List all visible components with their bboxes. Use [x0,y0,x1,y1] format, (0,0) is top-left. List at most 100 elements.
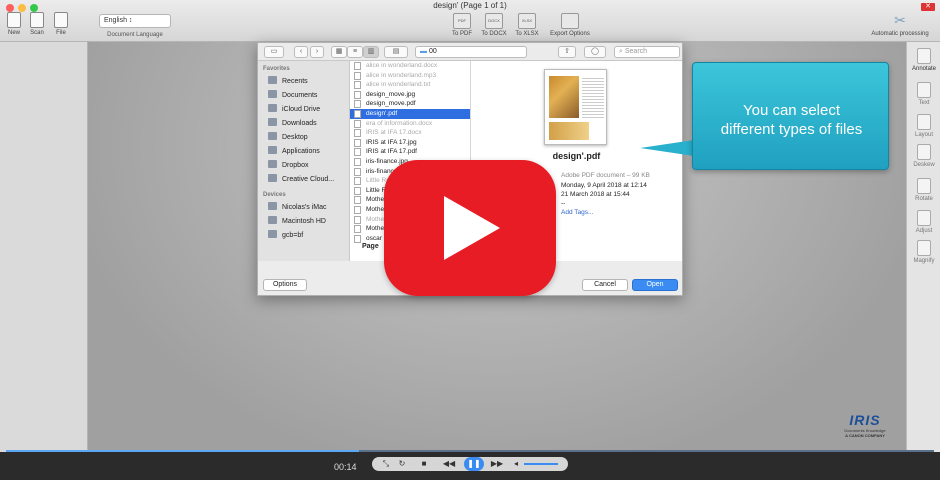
pause-icon[interactable]: ❚❚ [464,457,484,471]
new-label: New [7,30,20,36]
dropbox-icon [268,160,277,168]
tool-magnify[interactable]: Magnify [907,240,940,264]
path-select[interactable]: ▬ 00 [415,46,527,58]
share-icon[interactable]: ⇧ [558,46,576,58]
docx-icon: DOCX [485,13,503,29]
document-language-select[interactable]: English ↕ [99,14,171,28]
magnify-icon [917,240,931,256]
sidebar-item-label: Recents [282,78,308,85]
back-icon[interactable]: ‹ [294,46,308,58]
logo-name: IRIS [849,412,881,428]
add-tags-link[interactable]: Add Tags... [561,209,593,216]
gallery-view-icon[interactable]: ▤ [384,46,408,58]
sidebar-item-label: Applications [282,148,320,155]
file-icon [354,177,361,186]
sidebar-item-recents[interactable]: Recents [268,76,348,88]
file-row[interactable]: IRIS at IFA 17.docx [350,128,470,138]
to-docx-button[interactable]: DOCX To DOCX [478,13,510,37]
list-view-icon[interactable]: ≡ [347,46,363,58]
rewind-icon[interactable]: ◀◀ [438,458,460,470]
callout-line-1: You can select [742,102,841,119]
file-row[interactable]: alice in wonderland.txt [350,80,470,90]
file-row[interactable]: IRIS at IFA 17.pdf [350,147,470,157]
file-row[interactable]: design_move.pdf [350,99,470,109]
sidebar-item-macintosh-hd[interactable]: Macintosh HD [268,216,348,228]
tool-label: Text [918,100,930,106]
file-button[interactable]: File [48,12,74,36]
file-name: design_move.jpg [366,90,416,98]
file-row[interactable]: IRIS at IFA 17.jpg [350,138,470,148]
loop-icon[interactable]: ↻ [396,458,408,470]
fullscreen-icon[interactable]: ⤡ [380,458,392,470]
sidebar-item-creative-cloud[interactable]: Creative Cloud... [268,174,348,186]
file-name: IRIS at IFA 17.pdf [366,148,417,156]
sidebar-item-documents[interactable]: Documents [268,90,348,102]
video-play-button[interactable] [384,160,556,296]
automatic-processing-label: Automatic processing [871,31,929,37]
stop-icon[interactable]: ■ [418,458,430,470]
file-row[interactable]: design_move.jpg [350,90,470,100]
file-row[interactable]: design'.pdf [350,109,470,119]
open-button[interactable]: Open [632,279,678,291]
scan-button[interactable]: Scan [24,12,50,36]
file-icon [354,71,361,80]
to-pdf-button[interactable]: PDF To PDF [446,13,478,37]
sidebar-item-dropbox[interactable]: Dropbox [268,160,348,172]
tutorial-callout: You can select different types of files [692,62,889,170]
file-name: Mothe [366,215,385,223]
scanner-icon [30,12,44,28]
close-icon[interactable]: ✕ [921,3,935,11]
volume-slider[interactable] [524,463,558,465]
column-view-icon[interactable]: ▥ [363,46,379,58]
tag-icon[interactable]: ◯ [584,46,606,58]
applications-icon [268,146,277,154]
file-icon [354,81,361,90]
sidebar-item-icloud[interactable]: iCloud Drive [268,104,348,116]
cancel-button[interactable]: Cancel [582,279,628,291]
search-input[interactable]: ⌕ Search [614,46,680,58]
modified-value: 21 March 2018 at 15:44 [561,191,630,198]
sidebar-toggle-icon[interactable]: ▭ [264,46,284,58]
cloud-icon [268,104,277,112]
page-label: Page [362,243,379,250]
file-icon [354,119,361,128]
automatic-processing-button[interactable]: ✂ Automatic processing [860,12,940,37]
file-name: alice in wonderland.docx [366,62,438,69]
sidebar-item-imac[interactable]: Nicolas's iMac [268,202,348,214]
file-row[interactable]: alice in wonderland.mp3 [350,71,470,81]
volume-icon[interactable]: ◂ [510,458,522,470]
sidebar-item-downloads[interactable]: Downloads [268,118,348,130]
file-icon [354,186,361,195]
preview-kind: Adobe PDF document – 99 KB [561,172,650,179]
file-name: era of information.docx [366,119,433,127]
file-row[interactable]: alice in wonderland.docx [350,61,470,71]
tool-layout[interactable]: Layout [907,114,940,138]
deskew-icon [917,144,931,160]
fast-forward-icon[interactable]: ▶▶ [486,458,508,470]
file-row[interactable]: era of information.docx [350,119,470,129]
tool-adjust[interactable]: Adjust [907,210,940,234]
sidebar-item-drive[interactable]: gcb=bf [268,230,348,242]
icon-view-icon[interactable]: ▦ [331,46,347,58]
sidebar-item-desktop[interactable]: Desktop [268,132,348,144]
app-toolbar: design' (Page 1 of 1) New Scan File Engl… [0,0,940,42]
options-button[interactable]: Options [263,279,307,291]
to-xlsx-button[interactable]: XLSX To XLSX [511,13,543,37]
sidebar-item-label: Nicolas's iMac [282,204,327,211]
tool-text[interactable]: Text [907,82,940,106]
dialog-sidebar: Favorites Recents Documents iCloud Drive… [258,61,350,261]
sidebar-item-applications[interactable]: Applications [268,146,348,158]
export-options-button[interactable]: Export Options [548,13,592,37]
sidebar-item-label: Creative Cloud... [282,176,335,183]
file-icon [354,110,361,118]
sidebar-item-label: Macintosh HD [282,218,326,225]
rotate-icon [917,178,931,194]
iris-logo: IRIS Documents Knowledge A CANON COMPANY [834,412,896,452]
search-icon: ⌕ [619,48,623,55]
file-icon [354,206,361,214]
tool-annotate[interactable]: Annotate [907,48,940,72]
file-name: design'.pdf [366,110,398,117]
forward-icon[interactable]: › [310,46,324,58]
tool-rotate[interactable]: Rotate [907,178,940,202]
tool-deskew[interactable]: Deskew [907,144,940,168]
